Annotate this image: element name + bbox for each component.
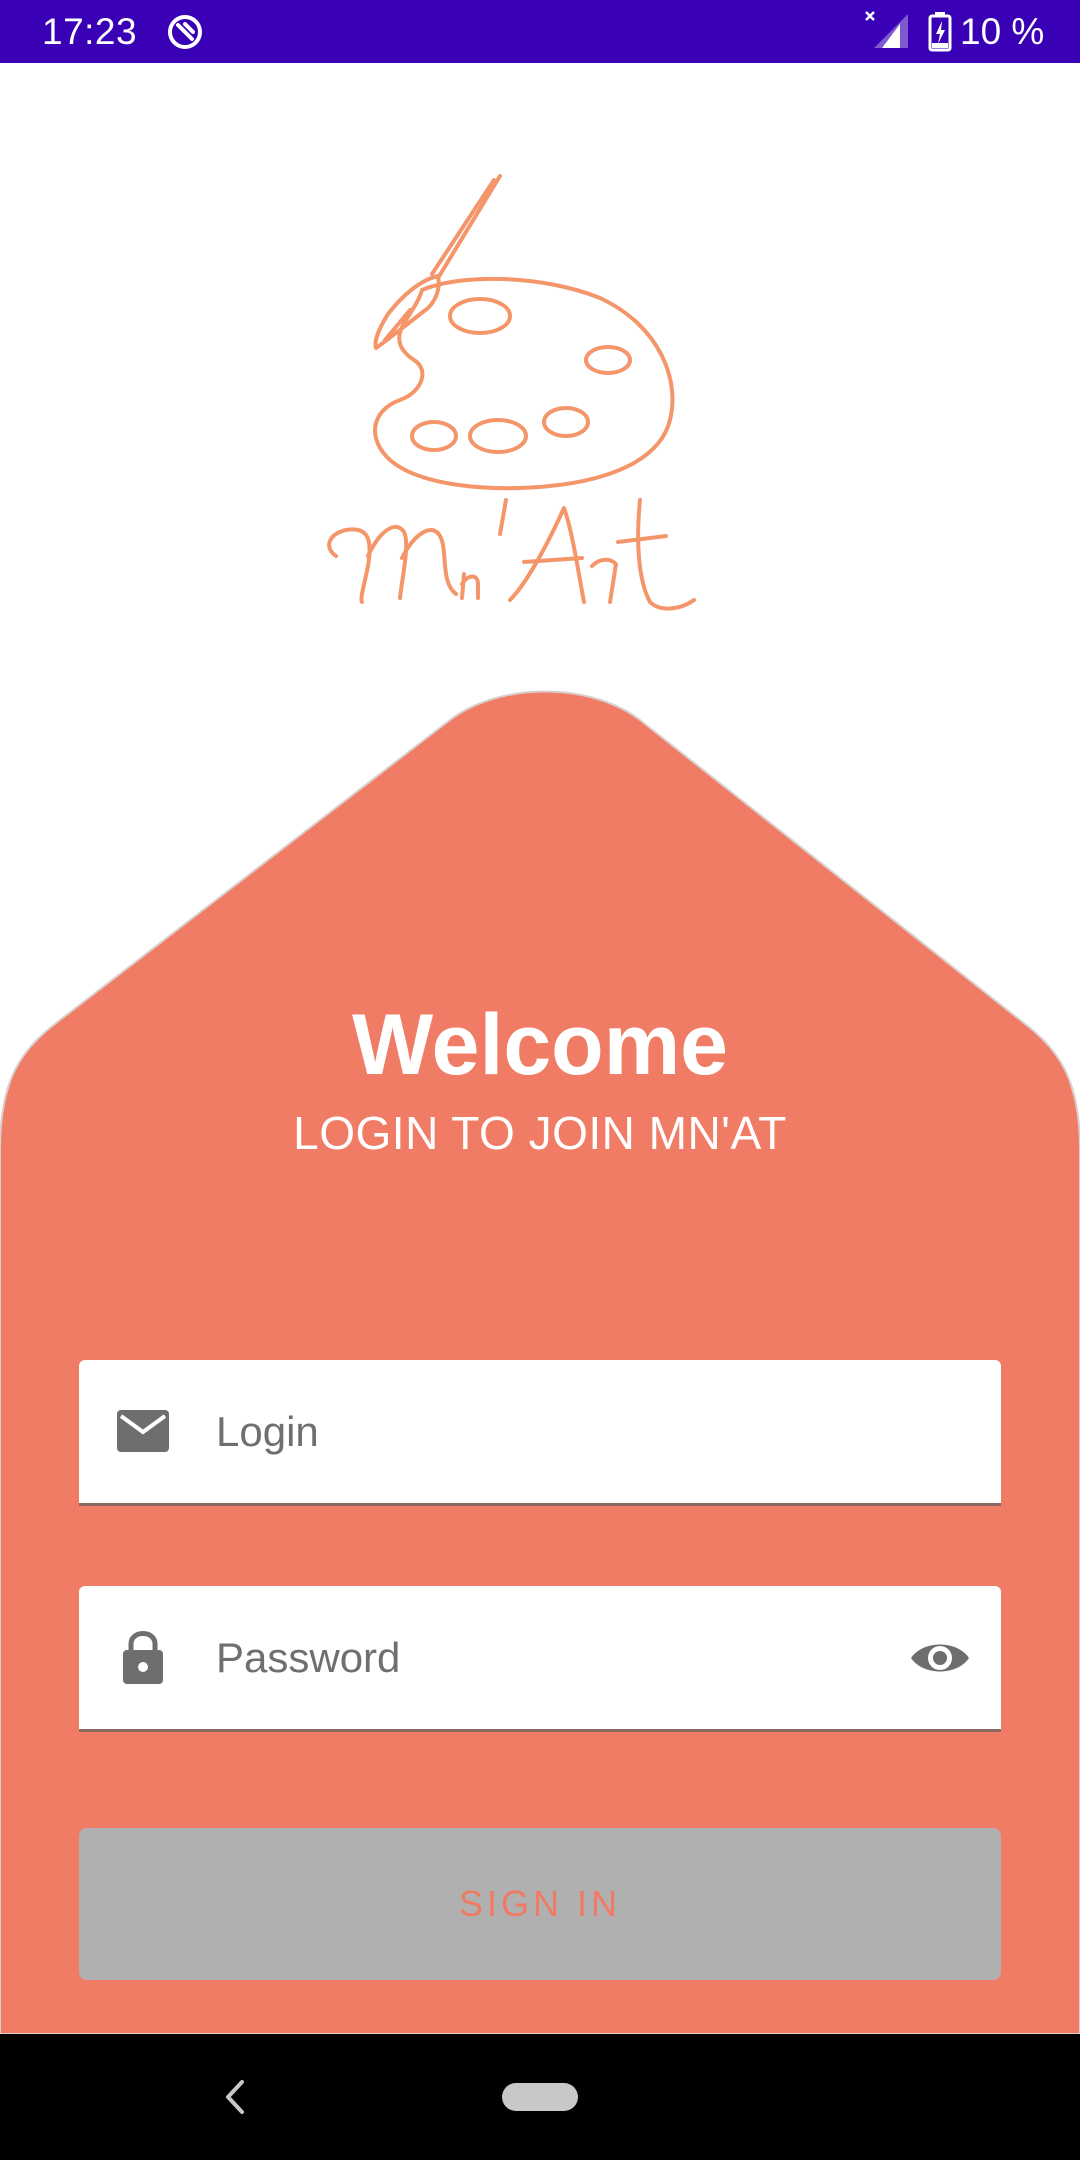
- eye-icon[interactable]: [909, 1628, 971, 1688]
- login-screen: 17:23 10 % Welcome LOGIN TO JOIN MN'AT L…: [0, 0, 1080, 2160]
- password-input[interactable]: [216, 1586, 816, 1729]
- status-bar: 17:23 10 %: [0, 0, 1080, 63]
- status-time: 17:23: [42, 11, 138, 52]
- back-icon[interactable]: [216, 2074, 252, 2120]
- app-notification-icon: [168, 15, 202, 49]
- navigation-bar: [0, 2034, 1080, 2160]
- password-field[interactable]: [79, 1586, 1001, 1729]
- email-icon: [117, 1410, 169, 1452]
- battery-percentage: 10 %: [960, 11, 1045, 52]
- login-field[interactable]: [79, 1360, 1001, 1503]
- login-input[interactable]: [216, 1360, 816, 1503]
- signal-no-data-icon: [865, 11, 908, 48]
- home-pill-icon[interactable]: [502, 2083, 578, 2111]
- welcome-title: Welcome: [352, 997, 728, 1093]
- welcome-subtitle: LOGIN TO JOIN MN'AT: [293, 1107, 787, 1159]
- lock-icon: [123, 1631, 163, 1684]
- battery-charging-icon: [928, 12, 952, 52]
- sign-in-button[interactable]: SIGN IN: [79, 1828, 1001, 1980]
- mnart-logo: [327, 174, 696, 611]
